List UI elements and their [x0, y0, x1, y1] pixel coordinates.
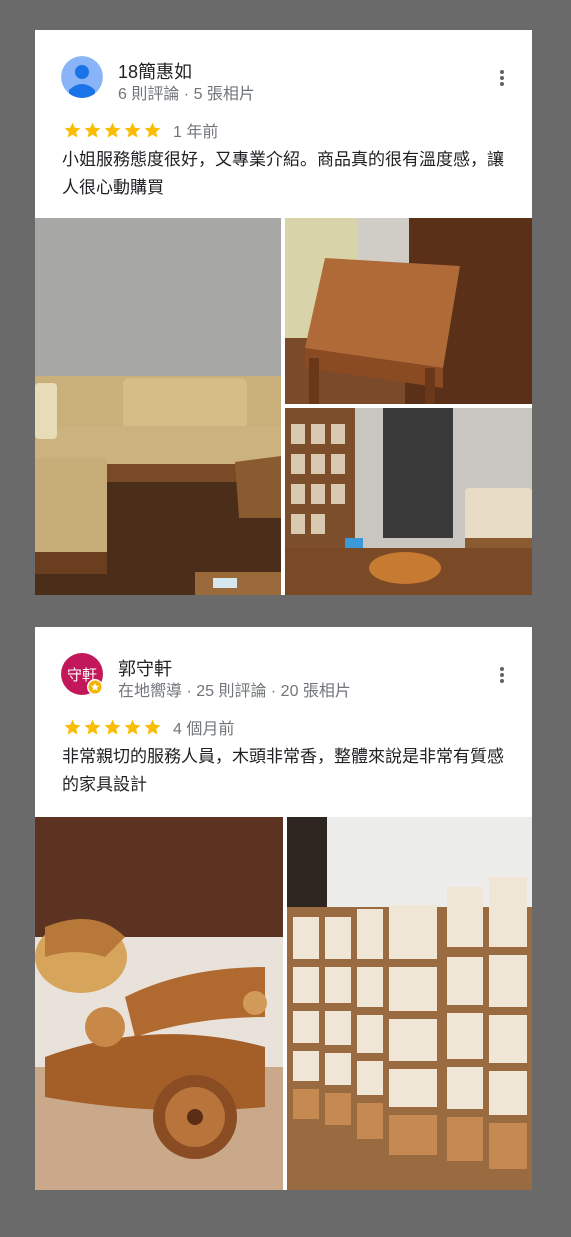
reviewer-meta: 在地嚮導 · 25 則評論 · 20 張相片 [118, 683, 351, 700]
reviewer-avatar[interactable] [61, 56, 103, 98]
star-icon [104, 719, 121, 735]
star-icon [104, 122, 121, 138]
star-icon [64, 719, 81, 735]
review-card: 守軒 郭守軒 在地嚮導 · 25 則評論 · 20 張相片 4 個月前 非常親切… [35, 627, 532, 1190]
review-photo[interactable] [287, 817, 532, 1190]
star-icon [144, 122, 161, 138]
more-options-icon[interactable] [500, 667, 504, 683]
review-header: 18簡惠如 6 則評論 · 5 張相片 1 年前 小姐服務態度很好，又專業介紹。… [35, 30, 532, 218]
reviewer-avatar[interactable]: 守軒 [61, 653, 103, 695]
review-time: 1 年前 [173, 124, 219, 141]
local-guide-star-icon [87, 679, 103, 695]
star-icon [84, 719, 101, 735]
review-photo[interactable] [35, 817, 283, 1190]
star-rating: 1 年前 [63, 120, 219, 141]
star-icon [124, 122, 141, 138]
review-header: 守軒 郭守軒 在地嚮導 · 25 則評論 · 20 張相片 4 個月前 非常親切… [35, 627, 532, 815]
review-text: 非常親切的服務人員，木頭非常香，整體來說是非常有質感的家具設計 [62, 747, 504, 794]
photo-grid [35, 218, 532, 595]
star-icon [124, 719, 141, 735]
star-icon [144, 719, 161, 735]
photo-grid [35, 817, 532, 1190]
more-options-icon[interactable] [500, 70, 504, 86]
review-photo[interactable] [285, 218, 532, 404]
review-photo[interactable] [35, 218, 281, 595]
star-rating: 4 個月前 [63, 717, 235, 738]
review-card: 18簡惠如 6 則評論 · 5 張相片 1 年前 小姐服務態度很好，又專業介紹。… [35, 30, 532, 595]
person-icon [61, 56, 103, 98]
review-time: 4 個月前 [173, 721, 235, 738]
reviewer-meta: 6 則評論 · 5 張相片 [118, 86, 255, 103]
star-icon [84, 122, 101, 138]
star-icon [64, 122, 81, 138]
review-photo[interactable] [285, 408, 532, 595]
review-text: 小姐服務態度很好，又專業介紹。商品真的很有溫度感，讓人很心動購買 [62, 150, 504, 197]
